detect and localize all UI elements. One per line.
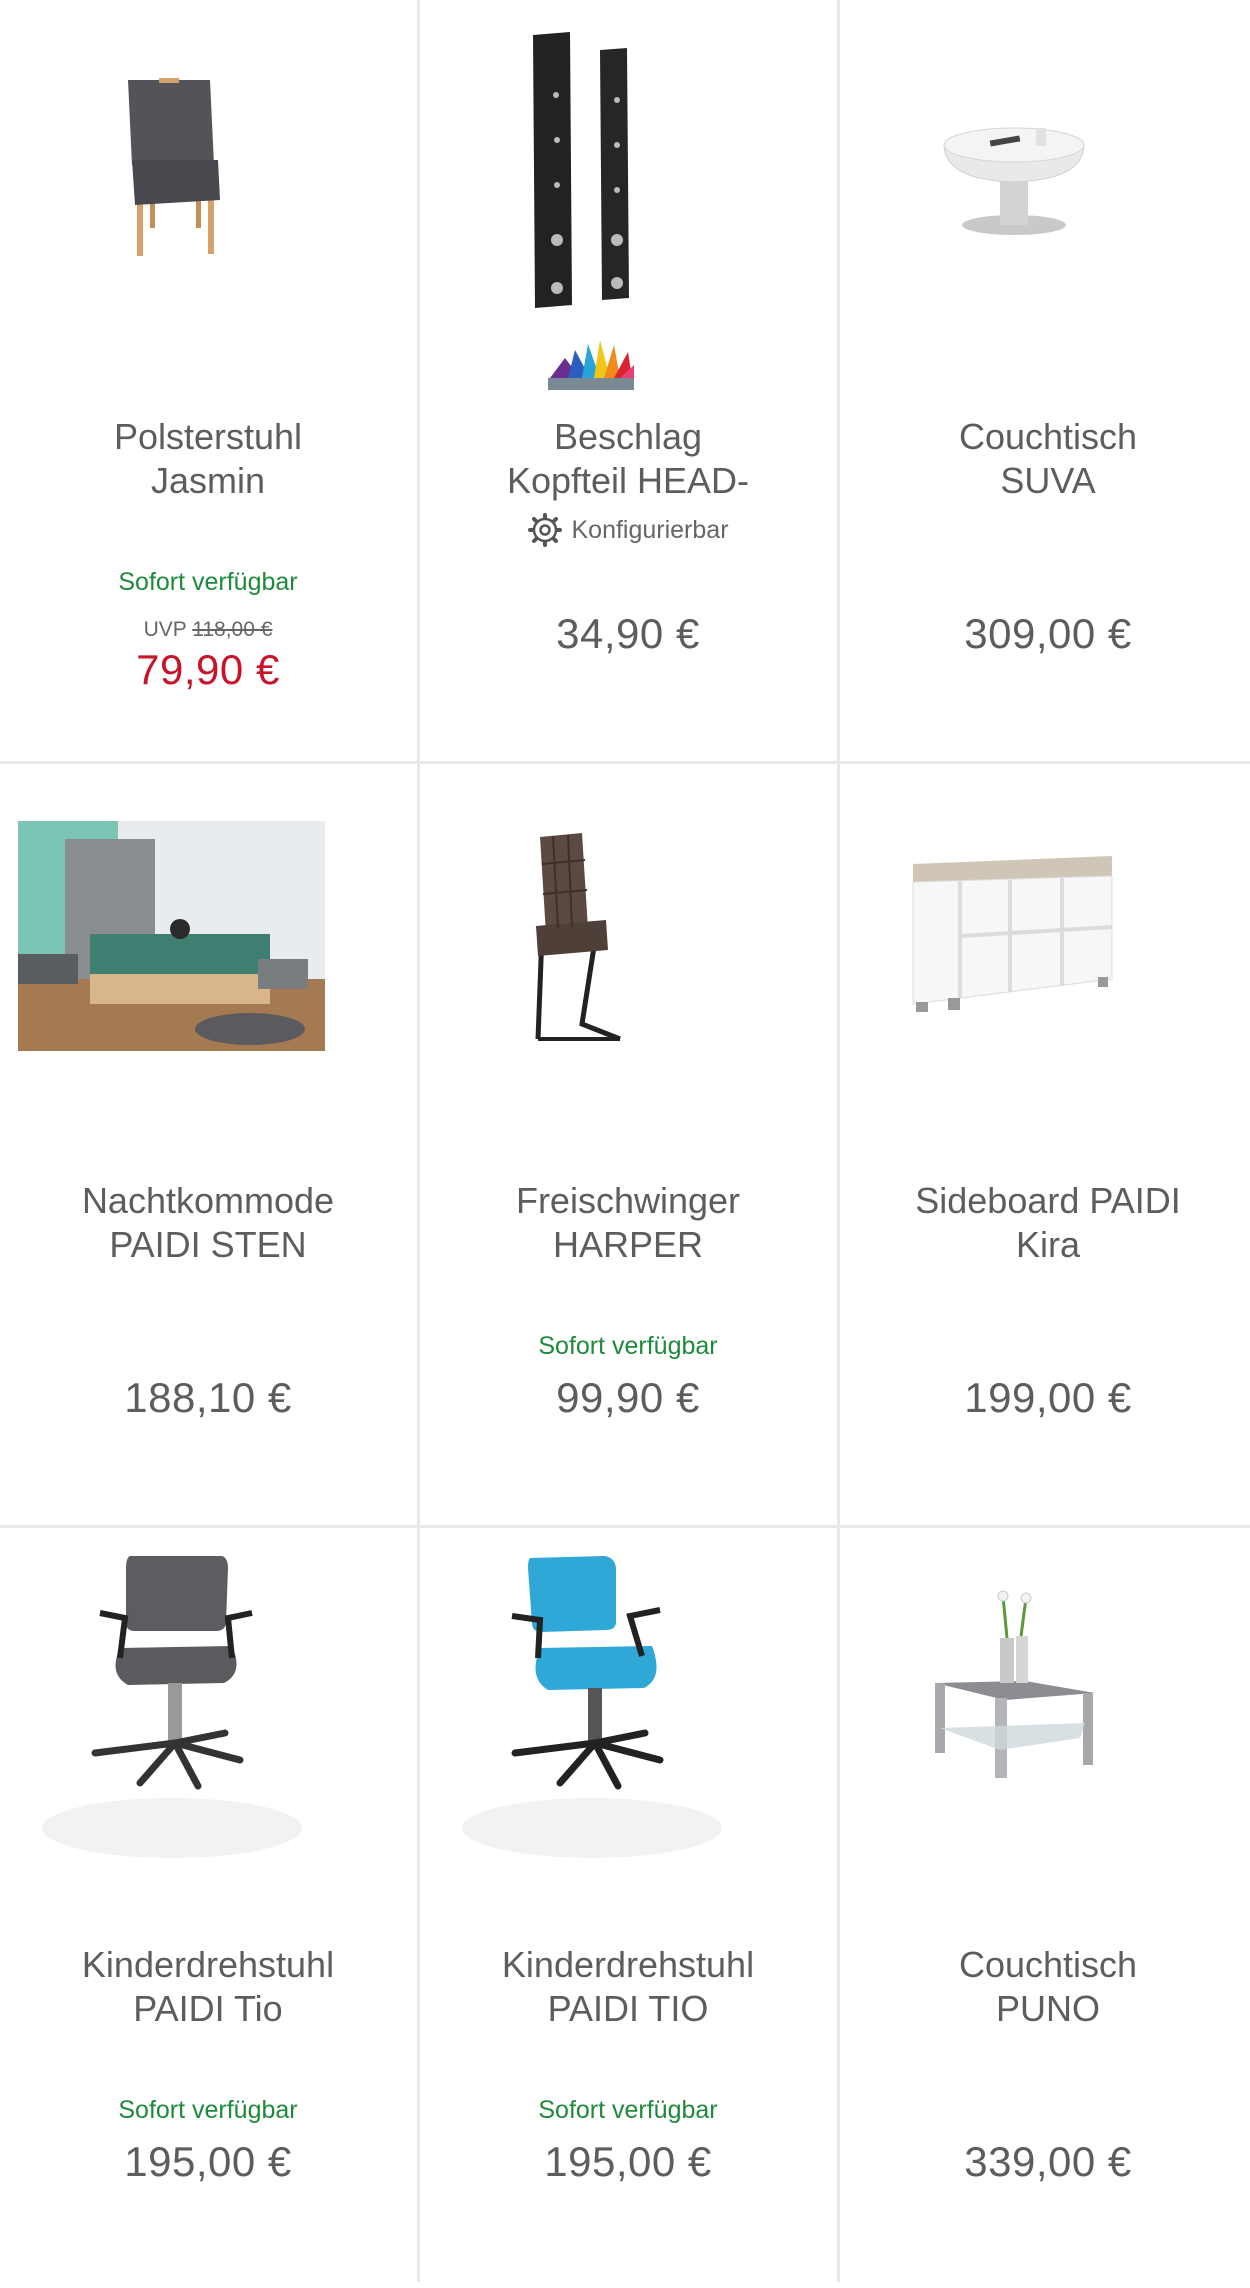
product-image[interactable] — [420, 764, 836, 1164]
availability-status: Sofort verfügbar — [118, 2096, 298, 2124]
product-name-line: SUVA — [1000, 460, 1096, 501]
product-image[interactable] — [0, 1528, 416, 1928]
sideboard-icon — [912, 856, 1113, 1012]
product-name[interactable]: Nachtkommode PAIDI STEN — [20, 1179, 396, 1267]
product-name[interactable]: Couchtisch SUVA — [860, 415, 1236, 503]
product-name-line: Polsterstuhl — [113, 416, 303, 457]
gear-icon — [528, 513, 563, 547]
product-name-line: Kinderdrehstuhl — [81, 1944, 335, 1985]
product-name[interactable]: Freischwinger HARPER — [440, 1179, 816, 1267]
product-name[interactable]: Kinderdrehstuhl PAIDI TIO — [440, 1943, 816, 2031]
uvp-price: UVP 118,00 € — [0, 618, 416, 642]
product-price: 195,00 € — [544, 2138, 712, 2185]
product-card[interactable]: Kinderdrehstuhl PAIDI Tio Sofort verfügb… — [0, 1528, 416, 2288]
product-card[interactable]: Nachtkommode PAIDI STEN 188,10 € — [0, 764, 416, 1524]
product-name-line: HARPER — [552, 1224, 704, 1265]
product-name-line: PAIDI Tio — [133, 1988, 283, 2029]
blue-office-chair-icon — [462, 1556, 722, 1858]
sale-price: 79,90 € — [136, 646, 280, 693]
product-image[interactable] — [0, 0, 416, 400]
product-name-line: Couchtisch — [958, 416, 1138, 457]
product-price: 34,90 € — [556, 610, 700, 657]
product-name-line: Kinderdrehstuhl — [501, 1944, 755, 1985]
availability-status: Sofort verfügbar — [538, 1332, 718, 1360]
availability-status: Sofort verfügbar — [118, 568, 298, 596]
product-name-line: Kopfteil HEAD- — [506, 460, 750, 501]
product-card[interactable]: Polsterstuhl Jasmin Sofort verfügbar UVP… — [0, 0, 416, 760]
configurable-badge: Konfigurierbar — [420, 512, 836, 548]
product-price: 188,10 € — [124, 1374, 292, 1421]
product-name-line: Kira — [1015, 1224, 1081, 1265]
product-name-line: Freischwinger — [515, 1180, 741, 1221]
product-name-line: Sideboard PAIDI — [915, 1180, 1181, 1221]
product-name-line: Couchtisch — [958, 1944, 1138, 1985]
product-image[interactable] — [840, 0, 1250, 400]
product-image[interactable] — [420, 0, 836, 400]
product-card[interactable]: Couchtisch SUVA 309,00 € — [840, 0, 1250, 760]
product-grid: Polsterstuhl Jasmin Sofort verfügbar UVP… — [0, 0, 1250, 2282]
product-price: 195,00 € — [124, 2138, 292, 2185]
availability-status: Sofort verfügbar — [538, 2096, 718, 2124]
product-name-line: Beschlag — [553, 416, 703, 457]
product-card[interactable]: Beschlag Kopfteil HEAD- Konfigurierbar 3… — [420, 0, 836, 760]
product-name[interactable]: Sideboard PAIDI Kira — [860, 1179, 1236, 1267]
upholstered-chair-icon — [128, 78, 220, 256]
product-card[interactable]: Freischwinger HARPER Sofort verfügbar 99… — [420, 764, 836, 1524]
product-name-line: Nachtkommode — [81, 1180, 335, 1221]
product-name[interactable]: Beschlag Kopfteil HEAD- — [440, 415, 816, 503]
uvp-label: UVP — [143, 618, 187, 641]
product-price: 309,00 € — [964, 610, 1132, 657]
square-coffee-table-icon — [935, 1590, 1095, 1778]
round-coffee-table-icon — [943, 127, 1085, 235]
product-image[interactable] — [840, 1528, 1250, 1928]
product-image[interactable] — [840, 764, 1250, 1164]
uvp-old-price: 118,00 € — [192, 618, 273, 641]
product-card[interactable]: Couchtisch PUNO 339,00 € — [840, 1528, 1250, 2288]
product-name-line: PAIDI TIO — [547, 1988, 709, 2029]
product-card[interactable]: Kinderdrehstuhl PAIDI TIO Sofort verfügb… — [420, 1528, 836, 2288]
bedroom-photo-icon — [18, 821, 325, 1051]
product-price: 99,90 € — [556, 1374, 700, 1421]
grey-office-chair-icon — [42, 1556, 302, 1858]
product-image[interactable] — [420, 1528, 836, 1928]
product-price: 199,00 € — [964, 1374, 1132, 1421]
product-name[interactable]: Kinderdrehstuhl PAIDI Tio — [20, 1943, 396, 2031]
color-selection-icon — [548, 340, 634, 390]
product-card[interactable]: Sideboard PAIDI Kira 199,00 € — [840, 764, 1250, 1524]
configurable-label: Konfigurierbar — [571, 515, 729, 544]
product-name-line: Jasmin — [150, 460, 266, 501]
cantilever-chair-icon — [535, 833, 621, 1042]
product-price: 339,00 € — [964, 2138, 1132, 2185]
product-name[interactable]: Couchtisch PUNO — [860, 1943, 1236, 2031]
product-name-line: PAIDI STEN — [109, 1224, 307, 1265]
product-name-line: PUNO — [995, 1988, 1100, 2029]
product-image[interactable] — [0, 764, 416, 1164]
product-name[interactable]: Polsterstuhl Jasmin — [20, 415, 396, 503]
